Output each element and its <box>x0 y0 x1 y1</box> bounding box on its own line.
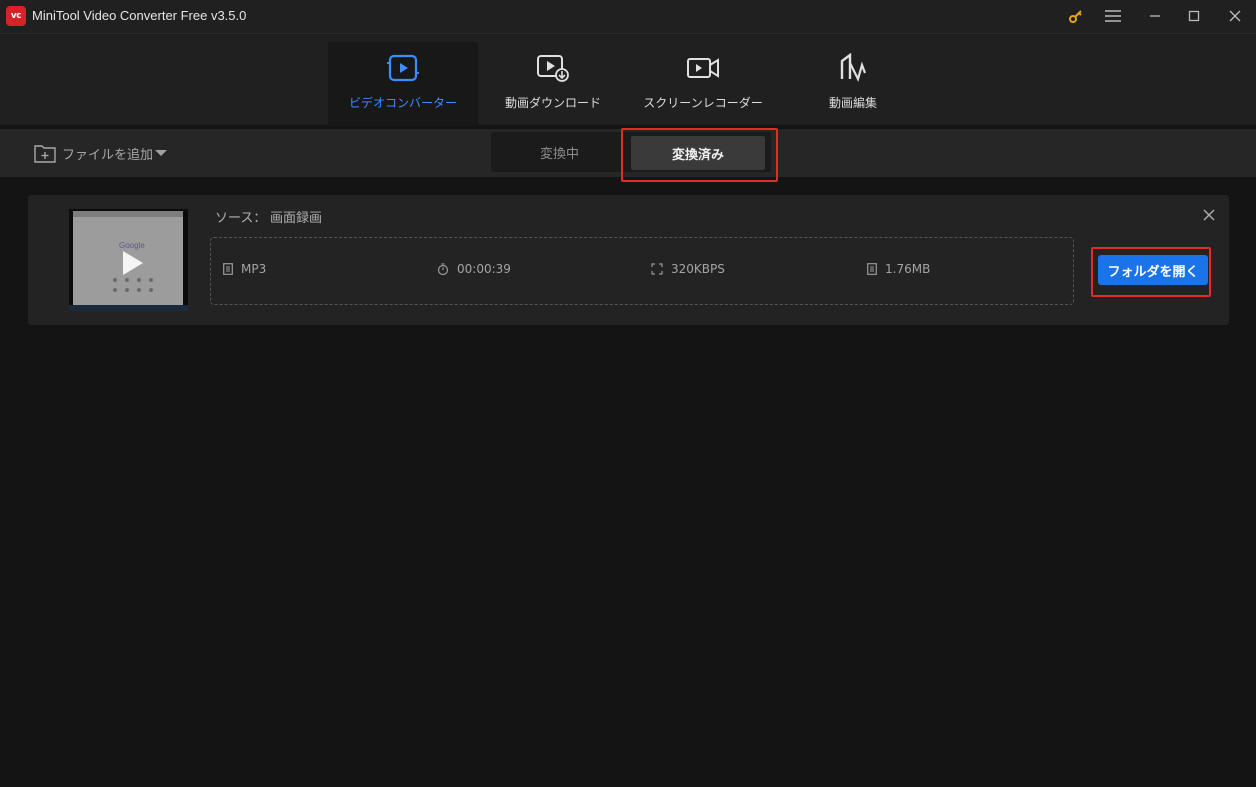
tab-converted[interactable]: 変換済み <box>631 136 765 170</box>
timer-icon <box>437 263 449 275</box>
thumbnail-google-logo: Google <box>119 241 145 250</box>
nav-video-download[interactable]: 動画ダウンロード <box>478 42 628 126</box>
close-window-icon[interactable] <box>1221 4 1249 28</box>
tab-converting[interactable]: 変換中 <box>491 132 628 172</box>
remove-file-icon[interactable] <box>1201 207 1217 223</box>
main-nav: ビデオコンバーター 動画ダウンロード スクリーンレコーダー 動画編集 <box>0 33 1256 126</box>
play-icon[interactable] <box>123 251 143 275</box>
bitrate-value: 320KBPS <box>671 262 725 276</box>
title-bar: vc MiniTool Video Converter Free v3.5.0 <box>0 0 1256 33</box>
thumbnail-taskbar <box>69 305 188 311</box>
duration-info: 00:00:39 <box>437 262 511 276</box>
convert-icon <box>386 52 420 84</box>
app-window: vc MiniTool Video Converter Free v3.5.0 <box>0 0 1256 787</box>
resolution-icon <box>651 263 663 275</box>
file-format-icon <box>223 263 233 275</box>
key-icon[interactable] <box>1062 4 1090 28</box>
add-file-label: ファイルを追加 <box>62 147 154 163</box>
format-value: MP3 <box>241 262 267 276</box>
size-info: 1.76MB <box>867 262 930 276</box>
nav-label: 動画ダウンロード <box>504 96 601 110</box>
app-logo: vc <box>6 6 26 26</box>
nav-video-converter[interactable]: ビデオコンバーター <box>328 42 478 126</box>
nav-screen-recorder[interactable]: スクリーンレコーダー <box>628 42 778 126</box>
download-video-icon <box>536 52 570 84</box>
minimize-icon[interactable] <box>1141 4 1169 28</box>
add-file-icon <box>34 145 56 163</box>
size-value: 1.76MB <box>885 262 931 276</box>
conversion-tabs: 変換中 変換済み <box>491 132 771 172</box>
duration-value: 00:00:39 <box>457 262 511 276</box>
thumbnail-shortcuts <box>113 278 153 292</box>
add-file-dropdown-icon[interactable] <box>155 150 167 156</box>
output-info-box: MP3 00:00:39 320KBPS 1.76MB <box>210 237 1074 305</box>
nav-label: 動画編集 <box>828 96 877 110</box>
source-label: ソース： <box>215 211 267 226</box>
add-file-button[interactable]: ファイルを追加 <box>34 141 153 165</box>
converted-file-card: Google ソース： 画面録画 MP3 00:00:39 320KBPS 1.… <box>28 195 1229 325</box>
bitrate-info: 320KBPS <box>651 262 725 276</box>
video-thumbnail[interactable]: Google <box>69 209 188 311</box>
maximize-icon[interactable] <box>1180 4 1208 28</box>
screen-recorder-icon <box>686 52 720 84</box>
nav-video-edit[interactable]: 動画編集 <box>778 42 928 126</box>
thumbnail-browser-bar <box>73 211 183 217</box>
open-folder-button[interactable]: フォルダを開く <box>1098 255 1208 285</box>
thumbnail-screen: Google <box>73 211 183 307</box>
nav-label: ビデオコンバーター <box>348 96 457 110</box>
video-edit-icon <box>836 52 870 84</box>
nav-label: スクリーンレコーダー <box>643 96 763 110</box>
menu-icon[interactable] <box>1099 4 1127 28</box>
app-title: MiniTool Video Converter Free v3.5.0 <box>32 8 247 23</box>
format-info: MP3 <box>223 262 266 276</box>
file-size-icon <box>867 263 877 275</box>
source-value: 画面録画 <box>270 211 323 226</box>
